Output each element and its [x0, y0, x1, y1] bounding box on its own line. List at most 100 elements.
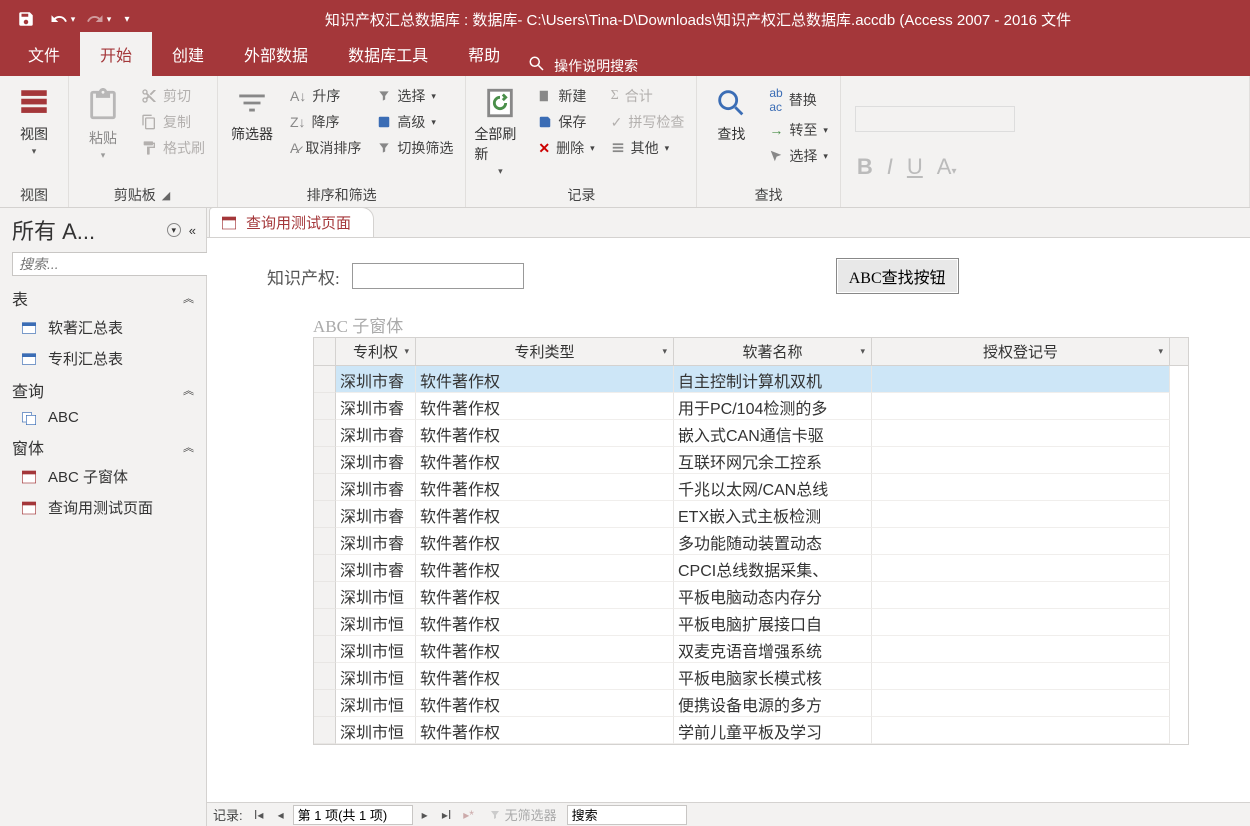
row-selector[interactable] — [314, 555, 336, 582]
table-row[interactable]: 深圳市睿软件著作权CPCI总线数据采集、 — [314, 555, 1188, 582]
filter-button[interactable]: 筛选器 — [224, 80, 280, 146]
table-row[interactable]: 深圳市睿软件著作权ETX嵌入式主板检测 — [314, 501, 1188, 528]
cell-reg-no[interactable] — [872, 636, 1170, 663]
cell-patent-type[interactable]: 软件著作权 — [416, 609, 674, 636]
table-row[interactable]: 深圳市睿软件著作权千兆以太网/CAN总线 — [314, 474, 1188, 501]
totals-button[interactable]: Σ合计 — [605, 84, 691, 108]
cell-patent-type[interactable]: 软件著作权 — [416, 663, 674, 690]
table-row[interactable]: 深圳市睿软件著作权用于PC/104检测的多 — [314, 393, 1188, 420]
delete-record-button[interactable]: ✕删除 ▾ — [532, 136, 600, 160]
cell-software-name[interactable]: 平板电脑动态内存分 — [674, 582, 872, 609]
tab-file[interactable]: 文件 — [8, 32, 80, 76]
cell-patent-type[interactable]: 软件著作权 — [416, 366, 674, 393]
row-selector[interactable] — [314, 474, 336, 501]
view-button[interactable]: 视图 ▾ — [6, 80, 62, 159]
new-record-button[interactable]: 新建 — [532, 84, 600, 108]
table-row[interactable]: 深圳市恒软件著作权平板电脑扩展接口自 — [314, 609, 1188, 636]
next-record-button[interactable]: ▸ — [415, 805, 435, 825]
cell-software-name[interactable]: ETX嵌入式主板检测 — [674, 501, 872, 528]
cell-patent-type[interactable]: 软件著作权 — [416, 555, 674, 582]
row-selector-header[interactable] — [314, 338, 336, 365]
row-selector[interactable] — [314, 528, 336, 555]
cell-patent-owner[interactable]: 深圳市睿 — [336, 366, 416, 393]
cell-patent-owner[interactable]: 深圳市睿 — [336, 528, 416, 555]
cell-software-name[interactable]: 学前儿童平板及学习 — [674, 717, 872, 744]
refresh-all-button[interactable]: 全部刷新 ▾ — [472, 80, 528, 179]
col-header-software-name[interactable]: 软著名称▾ — [674, 338, 872, 365]
cell-patent-owner[interactable]: 深圳市睿 — [336, 393, 416, 420]
cell-software-name[interactable]: 多功能随动装置动态 — [674, 528, 872, 555]
filter-drop-icon[interactable]: ▾ — [860, 346, 865, 357]
cell-software-name[interactable]: 双麦克语音增强系统 — [674, 636, 872, 663]
tab-home[interactable]: 开始 — [80, 32, 152, 76]
cell-patent-type[interactable]: 软件著作权 — [416, 501, 674, 528]
find-button[interactable]: 查找 — [703, 80, 759, 146]
filter-drop-icon[interactable]: ▾ — [662, 346, 667, 357]
cell-reg-no[interactable] — [872, 690, 1170, 717]
cell-reg-no[interactable] — [872, 366, 1170, 393]
replace-button[interactable]: abac替换 — [763, 84, 834, 116]
table-row[interactable]: 深圳市恒软件著作权便携设备电源的多方 — [314, 690, 1188, 717]
nav-item-form2[interactable]: 查询用测试页面 — [0, 492, 206, 523]
cell-reg-no[interactable] — [872, 555, 1170, 582]
cell-software-name[interactable]: 自主控制计算机双机 — [674, 366, 872, 393]
cell-patent-type[interactable]: 软件著作权 — [416, 420, 674, 447]
filter-drop-icon[interactable]: ▾ — [1158, 346, 1163, 357]
cell-reg-no[interactable] — [872, 528, 1170, 555]
format-painter-button[interactable]: 格式刷 — [135, 136, 211, 160]
cell-reg-no[interactable] — [872, 393, 1170, 420]
cell-patent-owner[interactable]: 深圳市睿 — [336, 501, 416, 528]
paste-button[interactable]: 粘贴 ▾ — [75, 80, 131, 163]
nav-item-form1[interactable]: ABC 子窗体 — [0, 461, 206, 492]
italic-button[interactable]: I — [887, 154, 893, 180]
cut-button[interactable]: 剪切 — [135, 84, 211, 108]
cell-patent-owner[interactable]: 深圳市睿 — [336, 474, 416, 501]
table-row[interactable]: 深圳市睿软件著作权多功能随动装置动态 — [314, 528, 1188, 555]
row-selector[interactable] — [314, 609, 336, 636]
cell-reg-no[interactable] — [872, 420, 1170, 447]
document-tab[interactable]: 查询用测试页面 — [209, 207, 374, 237]
table-row[interactable]: 深圳市恒软件著作权平板电脑动态内存分 — [314, 582, 1188, 609]
cell-reg-no[interactable] — [872, 474, 1170, 501]
row-selector[interactable] — [314, 690, 336, 717]
cell-software-name[interactable]: 嵌入式CAN通信卡驱 — [674, 420, 872, 447]
nav-item-table1[interactable]: 软著汇总表 — [0, 312, 206, 343]
table-row[interactable]: 深圳市恒软件著作权双麦克语音增强系统 — [314, 636, 1188, 663]
table-row[interactable]: 深圳市恒软件著作权学前儿童平板及学习 — [314, 717, 1188, 744]
cell-software-name[interactable]: 用于PC/104检测的多 — [674, 393, 872, 420]
toggle-filter-button[interactable]: 切换筛选 — [371, 136, 459, 160]
last-record-button[interactable]: ▸Ⅰ — [437, 805, 457, 825]
cell-software-name[interactable]: 平板电脑扩展接口自 — [674, 609, 872, 636]
tab-create[interactable]: 创建 — [152, 32, 224, 76]
goto-button[interactable]: →转至 ▾ — [763, 118, 834, 142]
row-selector[interactable] — [314, 717, 336, 744]
cell-software-name[interactable]: 千兆以太网/CAN总线 — [674, 474, 872, 501]
cell-reg-no[interactable] — [872, 717, 1170, 744]
select-button[interactable]: 选择 ▾ — [763, 144, 834, 168]
bold-button[interactable]: B — [857, 154, 873, 180]
clear-sort-button[interactable]: A̷取消排序 — [284, 136, 367, 160]
copy-button[interactable]: 复制 — [135, 110, 211, 134]
save-record-button[interactable]: 保存 — [532, 110, 600, 134]
advanced-filter-button[interactable]: 高级 ▾ — [371, 110, 459, 134]
underline-button[interactable]: U — [907, 154, 923, 180]
col-header-patent-owner[interactable]: 专利权▾ — [336, 338, 416, 365]
cell-patent-owner[interactable]: 深圳市睿 — [336, 555, 416, 582]
font-combo[interactable] — [855, 106, 1015, 132]
prev-record-button[interactable]: ◂ — [271, 805, 291, 825]
tab-database-tools[interactable]: 数据库工具 — [328, 32, 448, 76]
cell-patent-owner[interactable]: 深圳市睿 — [336, 447, 416, 474]
cell-reg-no[interactable] — [872, 447, 1170, 474]
ip-search-input[interactable] — [352, 263, 524, 289]
table-row[interactable]: 深圳市睿软件著作权互联环网冗余工控系 — [314, 447, 1188, 474]
nav-section-queries[interactable]: 查询︽ — [0, 374, 206, 404]
cell-patent-type[interactable]: 软件著作权 — [416, 474, 674, 501]
cell-patent-owner[interactable]: 深圳市恒 — [336, 663, 416, 690]
nav-title[interactable]: 所有 A... — [12, 214, 95, 246]
row-selector[interactable] — [314, 582, 336, 609]
cell-patent-owner[interactable]: 深圳市恒 — [336, 582, 416, 609]
row-selector[interactable] — [314, 393, 336, 420]
more-records-button[interactable]: 其他 ▾ — [605, 136, 691, 160]
row-selector[interactable] — [314, 420, 336, 447]
nav-collapse-button[interactable]: « — [189, 223, 196, 238]
